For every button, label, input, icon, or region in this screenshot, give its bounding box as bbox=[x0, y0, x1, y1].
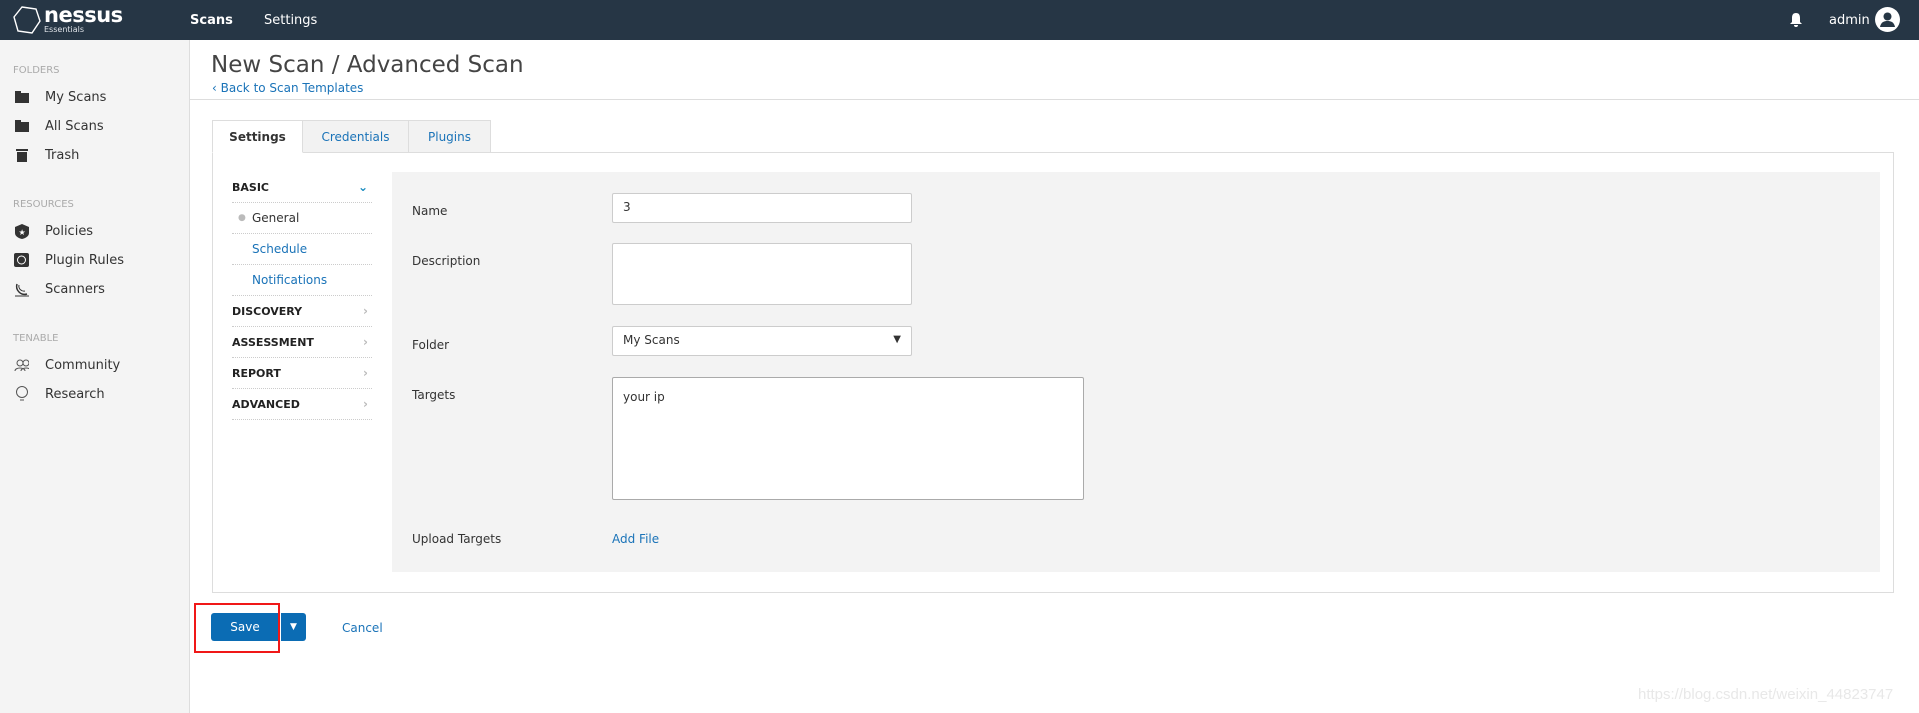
sidebar-item-policies[interactable]: ★ Policies bbox=[14, 221, 93, 241]
highlight-box bbox=[194, 603, 280, 653]
save-options-dropdown[interactable]: ▼ bbox=[281, 613, 306, 641]
nav-section-advanced[interactable]: ADVANCED › bbox=[232, 389, 372, 420]
caret-down-icon: ▼ bbox=[893, 334, 901, 345]
section-label: REPORT bbox=[232, 366, 281, 380]
community-icon bbox=[14, 358, 29, 373]
section-label: ADVANCED bbox=[232, 397, 300, 411]
radar-icon bbox=[14, 282, 29, 297]
general-form bbox=[392, 172, 1880, 572]
targets-label: Targets bbox=[412, 388, 456, 402]
sidebar-item-community[interactable]: Community bbox=[14, 355, 120, 375]
sidebar-item-label: Plugin Rules bbox=[45, 252, 124, 268]
nav-item-schedule[interactable]: Schedule bbox=[232, 234, 372, 265]
name-input[interactable]: 3 bbox=[612, 193, 912, 223]
sidebar-item-label: My Scans bbox=[45, 89, 107, 105]
nav-settings[interactable]: Settings bbox=[264, 13, 317, 28]
bell-icon[interactable] bbox=[1789, 12, 1803, 28]
folder-select[interactable]: My Scans ▼ bbox=[612, 326, 912, 356]
nav-section-report[interactable]: REPORT › bbox=[232, 358, 372, 389]
svg-text:★: ★ bbox=[18, 228, 25, 237]
folder-label: Folder bbox=[412, 338, 450, 352]
nav-item-general[interactable]: ● General bbox=[232, 203, 372, 234]
bullet-icon: ● bbox=[238, 213, 246, 223]
sidebar-item-label: Research bbox=[45, 386, 105, 402]
nav-scans[interactable]: Scans bbox=[190, 13, 233, 28]
user-name[interactable]: admin bbox=[1829, 13, 1870, 28]
nav-section-basic[interactable]: BASIC ⌄ bbox=[232, 172, 372, 203]
lightbulb-icon bbox=[14, 386, 29, 402]
chevron-right-icon: › bbox=[363, 397, 368, 411]
item-label: General bbox=[252, 211, 300, 225]
back-link-label: Back to Scan Templates bbox=[220, 81, 364, 95]
sidebar-item-trash[interactable]: Trash bbox=[14, 145, 79, 165]
upload-targets-label: Upload Targets bbox=[412, 532, 502, 546]
sidebar-item-research[interactable]: Research bbox=[14, 384, 105, 404]
nessus-logo-icon bbox=[13, 6, 41, 34]
add-file-link[interactable]: Add File bbox=[612, 532, 659, 546]
tab-credentials[interactable]: Credentials bbox=[302, 120, 409, 153]
logo-subtitle: Essentials bbox=[44, 25, 85, 34]
targets-textarea[interactable]: your ip bbox=[612, 377, 1084, 500]
sidebar-item-label: Trash bbox=[45, 147, 80, 163]
back-to-templates-link[interactable]: ‹ Back to Scan Templates bbox=[212, 81, 363, 95]
section-label: ASSESSMENT bbox=[232, 335, 314, 349]
chevron-right-icon: › bbox=[363, 335, 368, 349]
tab-settings[interactable]: Settings bbox=[212, 120, 303, 153]
section-label: BASIC bbox=[232, 180, 269, 194]
chevron-left-icon: ‹ bbox=[212, 81, 221, 95]
trash-icon bbox=[14, 148, 29, 163]
sidebar-item-label: All Scans bbox=[45, 118, 104, 134]
shield-icon: ★ bbox=[14, 223, 29, 239]
sidebar bbox=[0, 40, 190, 713]
nav-item-notifications[interactable]: Notifications bbox=[232, 265, 372, 296]
chevron-right-icon: › bbox=[363, 304, 368, 318]
sidebar-item-plugin-rules[interactable]: Plugin Rules bbox=[14, 250, 124, 270]
folder-icon bbox=[14, 119, 29, 134]
section-label: DISCOVERY bbox=[232, 304, 303, 318]
folder-selected-value: My Scans bbox=[623, 333, 680, 347]
nav-section-discovery[interactable]: DISCOVERY › bbox=[232, 296, 372, 327]
tab-plugins[interactable]: Plugins bbox=[408, 120, 491, 153]
cancel-link[interactable]: Cancel bbox=[342, 621, 383, 635]
sidebar-section-folders: FOLDERS bbox=[13, 65, 60, 76]
description-input[interactable] bbox=[612, 243, 912, 305]
user-avatar-icon[interactable] bbox=[1875, 7, 1900, 32]
plugin-icon bbox=[14, 253, 29, 268]
sidebar-item-my-scans[interactable]: My Scans bbox=[14, 87, 106, 107]
chevron-right-icon: › bbox=[363, 366, 368, 380]
watermark: https://blog.csdn.net/weixin_44823747 bbox=[1638, 686, 1894, 703]
name-label: Name bbox=[412, 204, 448, 218]
sidebar-item-label: Community bbox=[45, 357, 121, 373]
folder-icon bbox=[14, 90, 29, 105]
sidebar-item-label: Scanners bbox=[45, 281, 105, 297]
top-bar: nessus Essentials Scans Settings admin bbox=[0, 0, 1919, 40]
caret-down-icon: ▼ bbox=[290, 622, 297, 632]
sidebar-item-all-scans[interactable]: All Scans bbox=[14, 116, 104, 136]
sidebar-section-resources: RESOURCES bbox=[13, 199, 74, 210]
sidebar-item-scanners[interactable]: Scanners bbox=[14, 279, 105, 299]
page-title: New Scan / Advanced Scan bbox=[211, 52, 524, 78]
sidebar-item-label: Policies bbox=[45, 223, 94, 239]
description-label: Description bbox=[412, 254, 481, 268]
divider bbox=[190, 99, 1919, 100]
sidebar-section-tenable: TENABLE bbox=[13, 333, 59, 344]
logo-name: nessus bbox=[44, 3, 123, 27]
nav-section-assessment[interactable]: ASSESSMENT › bbox=[232, 327, 372, 358]
chevron-down-icon: ⌄ bbox=[357, 180, 368, 194]
